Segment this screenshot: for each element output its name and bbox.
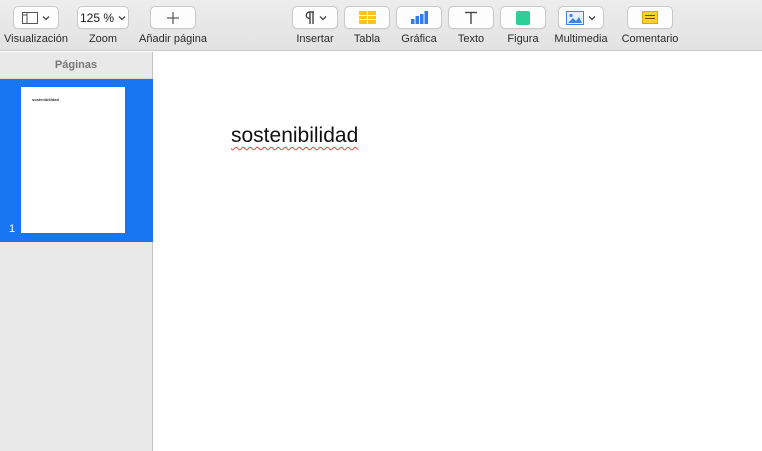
table-button[interactable] [344, 6, 390, 29]
table-control: Tabla [344, 6, 390, 46]
text-box-icon [465, 11, 477, 24]
pilcrow-icon [305, 10, 314, 24]
view-button[interactable] [13, 6, 59, 29]
sidebar-title: Páginas [0, 52, 152, 79]
chart-button[interactable] [396, 6, 442, 29]
plus-icon [167, 11, 179, 24]
insert-button[interactable] [292, 6, 338, 29]
media-button[interactable] [558, 6, 604, 29]
chevron-down-icon [319, 15, 326, 20]
bar-chart-icon [410, 11, 428, 24]
text-button[interactable] [448, 6, 494, 29]
add-page-control: Añadir página [136, 6, 210, 46]
chart-control: Gráfica [396, 6, 442, 46]
sidebar-view-icon [22, 11, 38, 24]
comment-control: Comentario [617, 6, 683, 46]
toolbar: Visualización 125 % Zoom Añadir página I… [0, 0, 762, 51]
insert-label: Insertar [296, 33, 334, 45]
thumbnail-text: sostenibilidad [32, 97, 59, 102]
page-thumbnail-row[interactable]: 1 sostenibilidad [0, 79, 153, 242]
table-label: Tabla [353, 33, 381, 45]
media-label: Multimedia [554, 33, 608, 45]
chevron-down-icon [588, 15, 596, 20]
add-page-button[interactable] [150, 6, 196, 29]
shape-control: Figura [500, 6, 546, 46]
zoom-select[interactable]: 125 % [77, 6, 129, 29]
shape-icon [516, 10, 530, 25]
comment-label: Comentario [621, 33, 679, 45]
comment-icon [642, 11, 658, 24]
zoom-label: Zoom [88, 33, 118, 45]
view-label: Visualización [3, 33, 68, 45]
zoom-value: 125 % [79, 10, 115, 25]
table-icon [358, 11, 376, 24]
page-thumbnail[interactable]: sostenibilidad [21, 87, 125, 233]
zoom-control: 125 % Zoom [76, 6, 130, 46]
shape-button[interactable] [500, 6, 546, 29]
page-number: 1 [9, 223, 16, 235]
chevron-down-icon [42, 15, 50, 20]
view-control: Visualización [1, 6, 71, 46]
chart-label: Gráfica [401, 33, 437, 45]
insert-control: Insertar [292, 6, 338, 46]
image-icon [566, 10, 584, 25]
pages-sidebar: Páginas 1 sostenibilidad [0, 52, 153, 451]
document-canvas[interactable]: sostenibilidad [154, 52, 762, 451]
text-control: Texto [448, 6, 494, 46]
text-label: Texto [457, 33, 485, 45]
add-page-label: Añadir página [139, 33, 207, 45]
document-body-text[interactable]: sostenibilidad [231, 124, 358, 148]
chevron-down-icon [118, 15, 126, 20]
media-control: Multimedia [552, 6, 610, 46]
comment-button[interactable] [627, 6, 673, 29]
shape-label: Figura [507, 33, 539, 45]
